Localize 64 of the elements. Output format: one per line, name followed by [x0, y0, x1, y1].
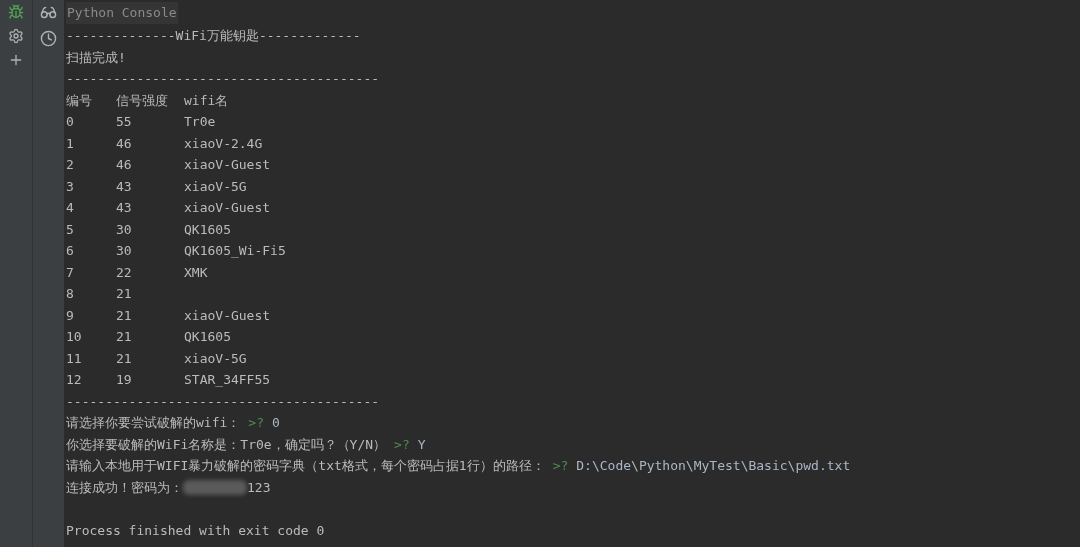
table-cell-text: 5	[66, 220, 75, 239]
prompt-text: 请选择你要尝试破解的wifi：	[66, 414, 241, 432]
input-text: 0	[271, 414, 280, 432]
table-cell-text: 7	[66, 263, 75, 282]
input-text: Y	[417, 435, 426, 454]
table-cell-text: 43	[116, 177, 133, 196]
table-cell-text: Tr0e	[184, 113, 216, 131]
table-cell-text: QK1605_Wi-Fi5	[184, 242, 286, 260]
password-tail: 123	[247, 478, 271, 497]
add-icon[interactable]	[8, 52, 24, 68]
table-cell-text: 30	[116, 242, 133, 260]
clock-icon[interactable]	[40, 30, 57, 47]
table-cell-text: 11	[66, 349, 83, 368]
table-cell-text: xiaoV-5G	[184, 177, 247, 196]
table-cell-text: 0	[66, 113, 75, 131]
console-line: 连接成功！密码为：	[66, 478, 183, 497]
prompt-text: 你选择要破解的WiFi名称是：Tr0e，确定吗？（Y/N）	[66, 435, 387, 454]
table-cell-text: STAR_34FF55	[184, 371, 271, 389]
table-cell-text: xiaoV-2.4G	[184, 134, 263, 153]
table-cell-text: 4	[66, 199, 75, 217]
prompt-marker: >?	[552, 457, 569, 475]
table-cell-text: 3	[66, 177, 75, 196]
input-text: D:\Code\Python\MyTest\Basic\pwd.txt	[576, 457, 851, 475]
table-cell-text: 21	[116, 349, 133, 368]
table-cell-text: 信号强度	[116, 91, 169, 110]
console-tab[interactable]: Python Console	[66, 1, 178, 24]
table-cell-text: xiaoV-Guest	[184, 306, 271, 325]
glasses-icon[interactable]	[40, 4, 57, 21]
table-cell-text: 43	[116, 199, 133, 217]
table-cell-text: 21	[116, 328, 133, 346]
table-cell-text: 30	[116, 220, 133, 239]
console-line: 扫描完成!	[66, 48, 126, 67]
table-cell-text: 55	[116, 113, 133, 131]
table-cell-text: 21	[116, 285, 133, 303]
table-cell-text: xiaoV-Guest	[184, 199, 271, 217]
table-cell-text: 12	[66, 371, 83, 389]
table-cell-text: QK1605	[184, 328, 231, 346]
console-line: Process finished with exit code 0	[66, 521, 325, 540]
console-line: ----------------------------------------	[66, 392, 380, 411]
table-cell-text: 编号	[66, 91, 93, 110]
bug-icon[interactable]	[8, 4, 24, 20]
table-cell-text: 10	[66, 328, 83, 346]
table-cell-text: xiaoV-5G	[184, 349, 247, 368]
table-cell-text: 46	[116, 156, 133, 174]
table-cell-text: QK1605	[184, 220, 231, 239]
table-cell-text: 19	[116, 371, 133, 389]
prompt-text: 请输入本地用于WIFI暴力破解的密码字典（txt格式，每个密码占据1行）的路径：	[66, 457, 545, 475]
console-line: --------------WiFi万能钥匙-------------	[66, 27, 361, 45]
table-cell-text: 46	[116, 134, 133, 153]
table-cell-text: xiaoV-Guest	[184, 156, 271, 174]
prompt-marker: >?	[248, 414, 264, 432]
console-line: ----------------------------------------	[66, 70, 380, 88]
settings-icon[interactable]	[8, 28, 24, 44]
redaction-blur	[183, 479, 247, 495]
table-cell-text: 2	[66, 156, 75, 174]
table-cell-text: 6	[66, 242, 75, 260]
table-cell-text: 21	[116, 306, 133, 325]
table-cell-text: 22	[116, 263, 133, 282]
table-cell-text: wifi名	[184, 91, 229, 110]
table-cell-text: XMK	[184, 263, 208, 282]
table-cell-text: 9	[66, 306, 75, 325]
table-cell-text: 1	[66, 134, 75, 153]
table-cell-text: 8	[66, 285, 75, 303]
prompt-marker: >?	[394, 435, 410, 454]
